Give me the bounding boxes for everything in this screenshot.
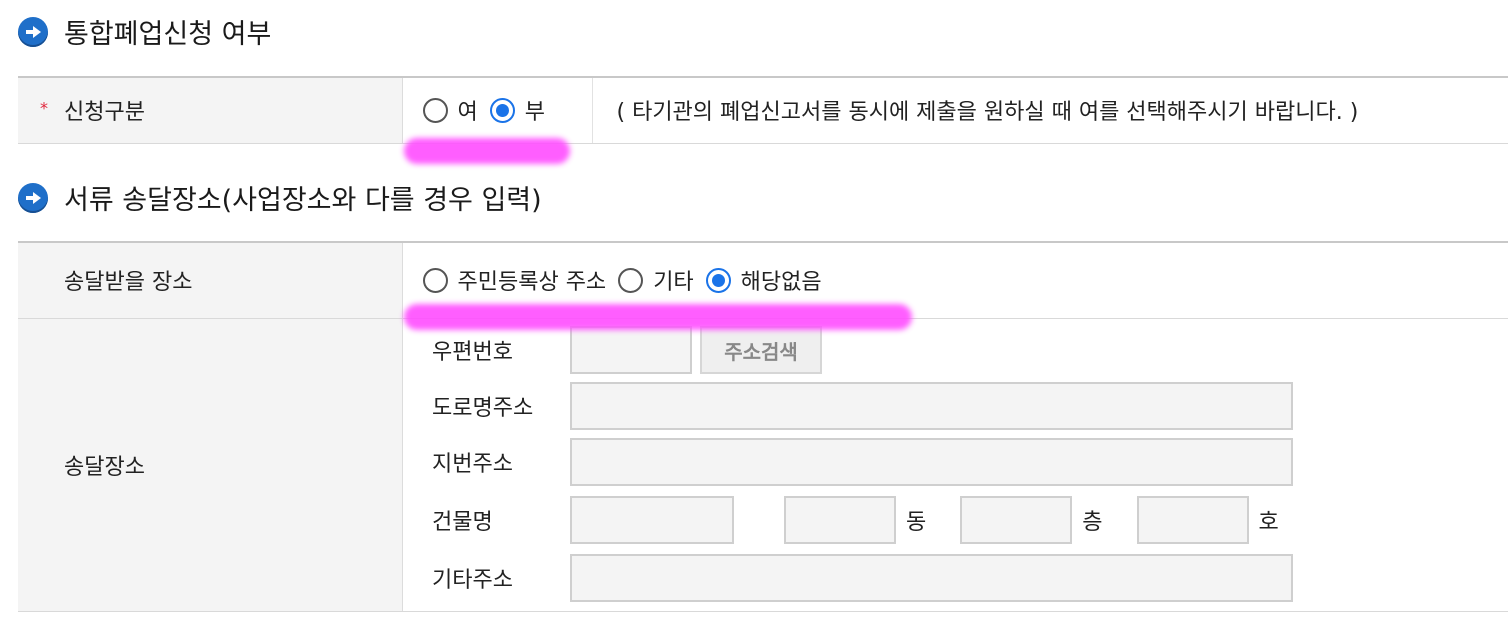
radio-yes[interactable] xyxy=(422,97,448,123)
application-type-note: ( 타기관의 폐업신고서를 동시에 제출을 원하실 때 여를 선택해주시기 바랍… xyxy=(592,76,1508,144)
etc-address-label: 기타주소 xyxy=(432,568,513,593)
integrated-closure-table: * 신청구분 여 부 ( 타기관의 폐업신고서를 동시에 제출을 원하실 때 여… xyxy=(18,76,1508,144)
radio-other[interactable] xyxy=(618,267,644,293)
section-title-text: 통합폐업신청 여부 xyxy=(64,19,272,50)
required-mark-icon: * xyxy=(40,98,48,118)
postcode-input[interactable] xyxy=(570,326,692,374)
delivery-place-type-label-cell: 송달받을 장소 xyxy=(18,241,403,319)
application-type-options-cell: 여 부 xyxy=(402,76,593,144)
road-address-row: 도로명주소 xyxy=(432,382,1293,430)
ho-unit: 호 xyxy=(1258,510,1279,535)
radio-resident-address-label[interactable]: 주민등록상 주소 xyxy=(458,264,607,296)
road-address-label: 도로명주소 xyxy=(432,396,534,421)
dong-unit: 동 xyxy=(906,510,927,535)
application-type-label: 신청구분 xyxy=(64,100,145,126)
arrow-bullet-icon xyxy=(18,182,48,213)
radio-no-label[interactable]: 부 xyxy=(525,94,545,126)
section-title-delivery-place: 서류 송달장소(사업장소와 다를 경우 입력) xyxy=(18,178,542,217)
radio-yes-label[interactable]: 여 xyxy=(458,94,478,126)
radio-not-applicable-label[interactable]: 해당없음 xyxy=(741,264,822,296)
arrow-bullet-icon xyxy=(18,16,48,47)
building-label: 건물명 xyxy=(432,510,493,535)
radio-no[interactable] xyxy=(489,97,515,123)
section-title-text: 서류 송달장소(사업장소와 다를 경우 입력) xyxy=(64,185,542,216)
ho-input[interactable] xyxy=(1136,496,1249,544)
building-row: 건물명 동 층 호 xyxy=(432,496,1297,544)
lot-address-label: 지번주소 xyxy=(432,452,513,477)
highlight-mark xyxy=(404,138,570,164)
section-title-integrated-closure: 통합폐업신청 여부 xyxy=(18,12,271,51)
etc-address-input[interactable] xyxy=(570,554,1293,602)
highlight-mark xyxy=(404,304,912,330)
dong-input[interactable] xyxy=(784,496,896,544)
radio-resident-address[interactable] xyxy=(422,267,448,293)
application-type-radio-group: 여 부 xyxy=(422,94,592,126)
postcode-label: 우편번호 xyxy=(432,340,513,365)
building-name-input[interactable] xyxy=(570,496,734,544)
delivery-place-radio-group: 주민등록상 주소 기타 해당없음 xyxy=(422,264,1508,296)
address-search-button[interactable]: 주소검색 xyxy=(700,326,822,374)
lot-address-row: 지번주소 xyxy=(432,438,1293,486)
application-type-label-cell: * 신청구분 xyxy=(18,76,403,144)
radio-not-applicable[interactable] xyxy=(705,267,731,293)
delivery-place-type-label: 송달받을 장소 xyxy=(64,270,193,296)
floor-unit: 층 xyxy=(1082,510,1103,535)
radio-other-label[interactable]: 기타 xyxy=(653,264,693,296)
delivery-address-label: 송달장소 xyxy=(64,454,145,480)
lot-address-input[interactable] xyxy=(570,438,1293,486)
road-address-input[interactable] xyxy=(570,382,1293,430)
floor-input[interactable] xyxy=(960,496,1073,544)
etc-address-row: 기타주소 xyxy=(432,554,1293,602)
delivery-address-label-cell: 송달장소 xyxy=(18,318,403,612)
postcode-row: 우편번호 주소검색 xyxy=(432,326,822,374)
